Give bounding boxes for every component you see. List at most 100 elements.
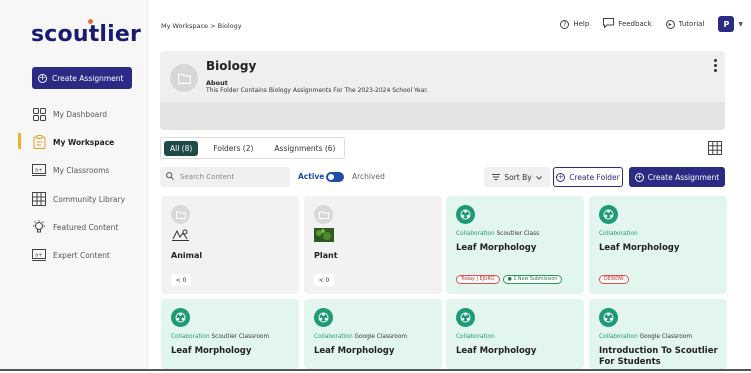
assignment-card[interactable]: Collaboration Scoutlier Class Leaf Morph…	[446, 196, 584, 294]
expert-icon: a+	[32, 248, 46, 262]
plus-circle-icon: +	[634, 172, 644, 182]
card-meta: Collaboration Scoutlier Classroom	[171, 334, 269, 340]
help-link[interactable]: Help	[573, 20, 589, 28]
sidebar: scoutlier + Create Assignment My Dashboa…	[0, 0, 148, 369]
card-pills: Today | EJURQ ● 1 New Submission	[456, 275, 563, 284]
class-code-pill[interactable]: DE9IDW	[599, 275, 629, 284]
card-title: Leaf Morphology	[314, 346, 395, 356]
create-folder-label: Create Folder	[569, 172, 620, 182]
top-actions: ? Help Feedback ▸ Tutorial P ▼	[560, 16, 743, 32]
collaboration-tag: Collaboration	[456, 231, 495, 237]
chevron-down-icon	[535, 173, 542, 182]
sidebar-create-assignment-button[interactable]: + Create Assignment	[32, 67, 132, 89]
feedback-icon[interactable]	[603, 18, 615, 30]
collaboration-icon	[456, 205, 475, 224]
collaboration-icon	[171, 308, 190, 327]
tab-folders[interactable]: Folders (2)	[207, 141, 259, 156]
logo[interactable]: scoutlier	[31, 19, 142, 47]
create-assignment-label: Create Assignment	[647, 172, 720, 182]
clipboard-icon	[32, 135, 46, 149]
feedback-link[interactable]: Feedback	[618, 20, 651, 28]
tutorial-link[interactable]: Tutorial	[679, 20, 705, 28]
card-pills: DE9IDW	[599, 275, 629, 284]
card-title: Leaf Morphology	[456, 243, 537, 253]
folder-header: Biology About This Folder Contains Biolo…	[160, 51, 725, 130]
assignment-card[interactable]: Collaboration Scoutlier Classroom Leaf M…	[161, 299, 299, 369]
sidebar-item-community-library[interactable]: Community Library	[32, 191, 125, 207]
folder-icon	[314, 205, 333, 224]
card-source: Google Classroom	[354, 334, 408, 340]
sidebar-item-classrooms[interactable]: a+ My Classrooms	[32, 162, 109, 178]
assignment-card[interactable]: Collaboration Leaf Morphology DE9IDW	[589, 196, 727, 294]
sidebar-item-label: My Dashboard	[53, 109, 107, 119]
create-folder-button[interactable]: + Create Folder	[553, 167, 623, 187]
collaboration-tag: Collaboration	[456, 334, 495, 340]
tab-assignments[interactable]: Assignments (6)	[268, 141, 341, 156]
card-title: Plant	[314, 251, 338, 260]
create-assignment-label: Create Assignment	[52, 73, 124, 83]
share-count[interactable]: < 0	[314, 274, 334, 286]
collaboration-tag: Collaboration	[314, 334, 353, 340]
plus-circle-icon: +	[556, 172, 566, 182]
folder-icon	[170, 64, 198, 92]
create-assignment-button[interactable]: + Create Assignment	[629, 167, 725, 187]
card-source: Scoutlier Classroom	[211, 334, 270, 340]
new-submission-pill[interactable]: ● 1 New Submission	[502, 275, 563, 284]
tab-all[interactable]: All (8)	[164, 140, 199, 156]
avatar[interactable]: P	[718, 16, 735, 32]
sidebar-item-dashboard[interactable]: My Dashboard	[32, 106, 107, 122]
sidebar-item-label: Expert Content	[53, 250, 110, 260]
more-options-icon[interactable]	[714, 59, 717, 72]
svg-text:a+: a+	[35, 253, 42, 259]
search-input[interactable]: Search Content	[160, 167, 290, 187]
collaboration-icon	[599, 308, 618, 327]
grid-view-icon[interactable]	[708, 140, 722, 155]
search-placeholder: Search Content	[180, 173, 235, 181]
assignment-card[interactable]: Collaboration Google Classroom Introduct…	[589, 299, 727, 369]
active-indicator	[18, 133, 21, 149]
collaboration-icon	[599, 205, 618, 224]
help-icon[interactable]: ?	[560, 19, 570, 29]
sidebar-item-label: My Workspace	[53, 137, 115, 147]
classroom-icon: a+	[32, 163, 46, 177]
class-code-pill[interactable]: Today | EJURQ	[456, 275, 500, 284]
sort-by-dropdown[interactable]: Sort By	[484, 167, 550, 187]
logo-text: scoutlier	[31, 22, 142, 47]
sidebar-item-workspace[interactable]: My Workspace	[32, 134, 114, 150]
logo-dot	[88, 19, 93, 24]
bulb-icon	[32, 220, 46, 234]
card-meta: Collaboration Scoutlier Class	[456, 231, 539, 237]
share-count[interactable]: < 0	[171, 274, 191, 286]
play-icon[interactable]: ▸	[665, 19, 675, 29]
sidebar-item-featured-content[interactable]: Featured Content	[32, 219, 118, 235]
content-tabs: All (8) Folders (2) Assignments (6)	[160, 137, 346, 159]
assignment-card[interactable]: Collaboration Google Classroom Leaf Morp…	[304, 299, 442, 369]
chevron-down-icon[interactable]: ▼	[738, 21, 743, 28]
search-icon	[166, 172, 174, 182]
sidebar-item-label: My Classrooms	[53, 165, 110, 175]
sidebar-item-label: Community Library	[53, 194, 126, 204]
card-title: Leaf Morphology	[456, 346, 537, 356]
sidebar-item-expert-content[interactable]: a+ Expert Content	[32, 247, 110, 263]
folder-card-animal[interactable]: Animal < 0	[161, 196, 299, 294]
plant-thumbnail	[314, 227, 334, 242]
archived-label: Archived	[352, 172, 385, 181]
card-title: Leaf Morphology	[171, 346, 252, 356]
folder-icon	[171, 205, 190, 224]
card-source: Google Classroom	[639, 334, 693, 340]
sort-label: Sort By	[504, 172, 532, 182]
dashboard-icon	[32, 107, 46, 121]
collaboration-icon	[456, 308, 475, 327]
card-meta: Collaboration Google Classroom	[599, 334, 692, 340]
active-archived-toggle[interactable]	[326, 172, 344, 182]
card-meta: Collaboration	[599, 231, 638, 237]
collaboration-tag: Collaboration	[599, 231, 638, 237]
assignment-card[interactable]: Collaboration Leaf Morphology	[446, 299, 584, 369]
card-title: Leaf Morphology	[599, 243, 680, 253]
window-bottom-edge	[0, 369, 751, 371]
card-title: Introduction To Scoutlier For Students	[599, 346, 718, 367]
folder-card-plant[interactable]: Plant < 0	[304, 196, 442, 294]
card-source: Scoutlier Class	[496, 231, 540, 237]
breadcrumb[interactable]: My Workspace > Biology	[161, 22, 242, 30]
folder-header-footer	[160, 102, 725, 130]
